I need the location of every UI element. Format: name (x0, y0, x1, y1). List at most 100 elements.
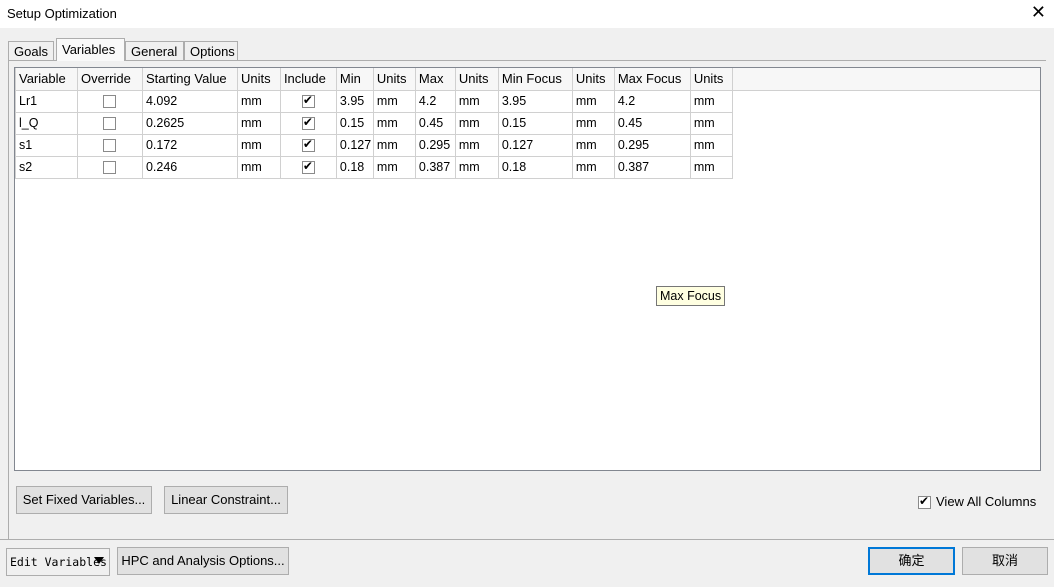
divider (0, 539, 1054, 540)
cell-min[interactable]: 0.127 (335, 133, 374, 157)
cell-max[interactable]: 4.2 (414, 89, 456, 113)
cell-units[interactable]: mm (236, 89, 281, 113)
cell-max[interactable]: 0.45 (414, 111, 456, 135)
col-header-starting-value[interactable]: Starting Value (141, 68, 238, 91)
col-header-units[interactable]: Units (236, 68, 281, 91)
cell-max-focus-units[interactable]: mm (689, 155, 733, 179)
cell-max-focus[interactable]: 0.45 (613, 111, 691, 135)
cell-include[interactable] (279, 111, 337, 135)
col-header-max-focus-units[interactable]: Units (689, 68, 733, 91)
cell-variable[interactable]: Lr1 (15, 89, 78, 113)
view-all-columns-checkbox[interactable] (918, 494, 931, 510)
override-checkbox[interactable] (103, 117, 117, 131)
hpc-analysis-options-button[interactable]: HPC and Analysis Options... (117, 547, 289, 575)
cell-override[interactable] (76, 133, 143, 157)
cell-min-focus-units[interactable]: mm (571, 133, 615, 157)
cell-min-focus-units[interactable]: mm (571, 155, 615, 179)
cell-min-units[interactable]: mm (372, 111, 416, 135)
cell-max-focus-units[interactable]: mm (689, 111, 733, 135)
cell-min-focus[interactable]: 0.15 (497, 111, 573, 135)
view-all-columns-label: View All Columns (936, 494, 1037, 509)
include-checkbox[interactable] (301, 115, 315, 131)
cell-max-units[interactable]: mm (454, 111, 499, 135)
col-header-min-units[interactable]: Units (372, 68, 416, 91)
cancel-button[interactable]: 取消 (962, 547, 1048, 575)
cell-min-focus-units[interactable]: mm (571, 111, 615, 135)
edit-variables-dropdown[interactable]: Edit Variables (6, 548, 110, 576)
cell-min[interactable]: 0.15 (335, 111, 374, 135)
override-checkbox[interactable] (103, 161, 117, 175)
col-header-max-focus[interactable]: Max Focus (613, 68, 691, 91)
column-tooltip: Max Focus (656, 286, 726, 306)
cell-starting-value[interactable]: 0.2625 (141, 111, 238, 135)
cell-units[interactable]: mm (236, 155, 281, 179)
cell-starting-value[interactable]: 0.172 (141, 133, 238, 157)
col-header-max[interactable]: Max (414, 68, 456, 91)
cell-min[interactable]: 3.95 (335, 89, 374, 113)
dropdown-arrow-icon (94, 557, 104, 564)
tab-goals[interactable]: Goals (8, 41, 54, 60)
window-title: Setup Optimization (7, 6, 117, 21)
cell-units[interactable]: mm (236, 133, 281, 157)
cell-max-focus[interactable]: 4.2 (613, 89, 691, 113)
cell-starting-value[interactable]: 4.092 (141, 89, 238, 113)
cell-override[interactable] (76, 89, 143, 113)
cell-include[interactable] (279, 89, 337, 113)
cell-include[interactable] (279, 133, 337, 157)
col-header-min[interactable]: Min (335, 68, 374, 91)
cell-min-focus-units[interactable]: mm (571, 89, 615, 113)
cell-min[interactable]: 0.18 (335, 155, 374, 179)
table-row[interactable]: s20.246mm0.18mm0.387mm0.18mm0.387mm (15, 155, 1041, 179)
override-checkbox[interactable] (103, 95, 117, 109)
set-fixed-variables-button[interactable]: Set Fixed Variables... (16, 486, 152, 514)
override-checkbox[interactable] (103, 139, 117, 153)
tab-general[interactable]: General (125, 41, 184, 60)
cell-variable[interactable]: s1 (15, 133, 78, 157)
col-header-min-focus-units[interactable]: Units (571, 68, 615, 91)
cell-max-focus[interactable]: 0.387 (613, 155, 691, 179)
cell-max-focus[interactable]: 0.295 (613, 133, 691, 157)
include-checkbox[interactable] (301, 93, 315, 109)
col-header-max-units[interactable]: Units (454, 68, 499, 91)
cell-max-units[interactable]: mm (454, 155, 499, 179)
variables-grid[interactable]: Variable Override Starting Value Units I… (14, 67, 1041, 471)
table-row[interactable]: l_Q0.2625mm0.15mm0.45mm0.15mm0.45mm (15, 111, 1041, 135)
col-header-min-focus[interactable]: Min Focus (497, 68, 573, 91)
cell-min-units[interactable]: mm (372, 155, 416, 179)
cell-max[interactable]: 0.295 (414, 133, 456, 157)
cell-max-focus-units[interactable]: mm (689, 133, 733, 157)
close-icon[interactable]: ✕ (1031, 2, 1046, 23)
cell-max-units[interactable]: mm (454, 89, 499, 113)
table-row[interactable]: Lr14.092mm3.95mm4.2mm3.95mm4.2mm (15, 89, 1041, 113)
table-row[interactable]: s10.172mm0.127mm0.295mm0.127mm0.295mm (15, 133, 1041, 157)
col-header-variable[interactable]: Variable (15, 68, 78, 91)
cell-min-focus[interactable]: 0.127 (497, 133, 573, 157)
cell-units[interactable]: mm (236, 111, 281, 135)
tab-options[interactable]: Options (184, 41, 238, 60)
ok-button[interactable]: 确定 (868, 547, 955, 575)
cell-variable[interactable]: s2 (15, 155, 78, 179)
edit-variables-label: Edit Variables (10, 555, 107, 569)
view-all-columns[interactable]: View All Columns (918, 494, 1037, 510)
include-checkbox[interactable] (301, 159, 315, 175)
cell-max-units[interactable]: mm (454, 133, 499, 157)
col-header-filler (731, 68, 1040, 91)
cell-starting-value[interactable]: 0.246 (141, 155, 238, 179)
cell-override[interactable] (76, 155, 143, 179)
tab-variables[interactable]: Variables (56, 38, 125, 61)
cell-variable[interactable]: l_Q (15, 111, 78, 135)
header-row: Variable Override Starting Value Units I… (15, 68, 1040, 91)
col-header-override[interactable]: Override (76, 68, 143, 91)
cell-min-units[interactable]: mm (372, 89, 416, 113)
cell-min-focus[interactable]: 0.18 (497, 155, 573, 179)
col-header-include[interactable]: Include (279, 68, 337, 91)
cell-min-units[interactable]: mm (372, 133, 416, 157)
cell-max[interactable]: 0.387 (414, 155, 456, 179)
cell-max-focus-units[interactable]: mm (689, 89, 733, 113)
cell-include[interactable] (279, 155, 337, 179)
title-bar: Setup Optimization ✕ (0, 0, 1054, 28)
include-checkbox[interactable] (301, 137, 315, 153)
cell-override[interactable] (76, 111, 143, 135)
linear-constraint-button[interactable]: Linear Constraint... (164, 486, 288, 514)
cell-min-focus[interactable]: 3.95 (497, 89, 573, 113)
